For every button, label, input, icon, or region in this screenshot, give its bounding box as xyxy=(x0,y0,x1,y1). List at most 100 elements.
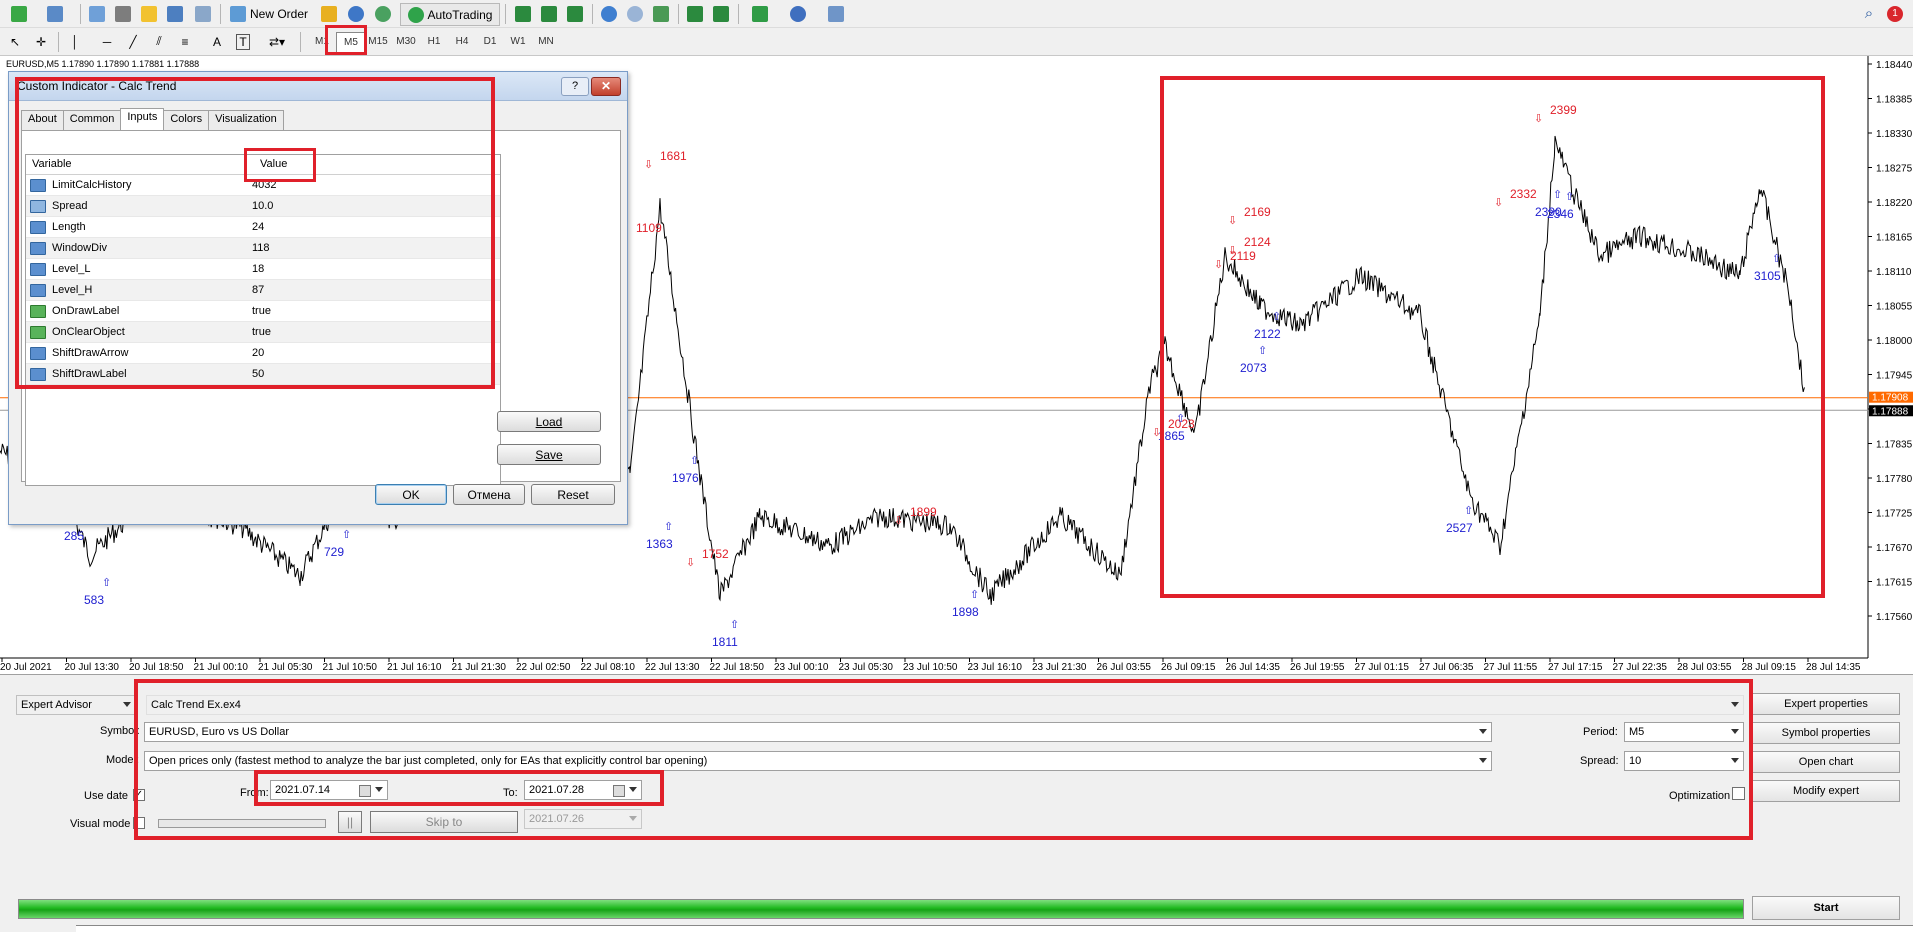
input-row[interactable]: Spread 10.0 xyxy=(26,196,500,217)
market-watch-button[interactable] xyxy=(86,3,108,24)
time-tick-label: 22 Jul 08:10 xyxy=(581,662,636,672)
tester-type-select[interactable]: Expert Advisor xyxy=(16,695,136,715)
modify-expert-button[interactable]: Modify expert xyxy=(1752,780,1900,802)
new-chart-button[interactable] xyxy=(4,3,34,24)
input-value[interactable]: 87 xyxy=(248,284,264,296)
zoom-out-button[interactable] xyxy=(624,3,646,24)
spread-select[interactable]: 10 xyxy=(1624,751,1744,771)
cursor-button[interactable]: ↖ xyxy=(4,31,26,52)
navigator-button[interactable] xyxy=(112,3,134,24)
input-row[interactable]: OnDrawLabel true xyxy=(26,301,500,322)
tab-common[interactable]: Common xyxy=(62,110,122,130)
input-row[interactable]: Level_L 18 xyxy=(26,259,500,280)
tab-colors[interactable]: Colors xyxy=(163,110,210,130)
candles-button[interactable] xyxy=(538,3,560,24)
input-value[interactable]: 50 xyxy=(248,368,264,380)
timeframe-h4[interactable]: H4 xyxy=(448,32,476,51)
timeframe-m15[interactable]: M15 xyxy=(364,32,392,51)
market-button[interactable] xyxy=(372,3,394,24)
input-value[interactable]: true xyxy=(248,326,271,338)
templates-button[interactable] xyxy=(820,3,852,24)
input-value[interactable]: 20 xyxy=(248,347,264,359)
crosshair-button[interactable]: ✛ xyxy=(30,31,52,52)
profiles-button[interactable] xyxy=(40,3,70,24)
notifications-button[interactable]: 1 xyxy=(1884,3,1906,24)
symbol-select[interactable]: EURUSD, Euro vs US Dollar xyxy=(144,722,1492,742)
expert-properties-button[interactable]: Expert properties xyxy=(1752,693,1900,715)
input-value[interactable]: 4032 xyxy=(248,179,276,191)
open-chart-button[interactable]: Open chart xyxy=(1752,751,1900,773)
use-date-checkbox[interactable]: ✓ xyxy=(133,789,145,801)
input-name: ShiftDrawLabel xyxy=(52,368,127,380)
chart-shift-button[interactable] xyxy=(684,3,706,24)
pause-button[interactable]: || xyxy=(338,811,362,833)
input-value[interactable]: 118 xyxy=(248,242,270,254)
skip-to-button[interactable]: Skip to xyxy=(370,811,518,833)
timeframe-d1[interactable]: D1 xyxy=(476,32,504,51)
input-row[interactable]: Level_H 87 xyxy=(26,280,500,301)
bar-chart-button[interactable] xyxy=(512,3,534,24)
fibonacci-button[interactable]: ≡ xyxy=(174,31,196,52)
save-button[interactable]: Save xyxy=(497,444,601,465)
autotrading-button[interactable]: AutoTrading xyxy=(400,3,500,26)
timeframe-m5[interactable]: M5 xyxy=(336,32,366,53)
input-row[interactable]: Length 24 xyxy=(26,217,500,238)
start-button[interactable]: Start xyxy=(1752,896,1900,920)
input-row[interactable]: WindowDiv 118 xyxy=(26,238,500,259)
expert-select[interactable]: Calc Trend Ex.ex4 xyxy=(146,695,1744,715)
search-button[interactable]: ⌕ xyxy=(1858,3,1880,24)
tab-inputs[interactable]: Inputs xyxy=(120,108,165,130)
input-row[interactable]: OnClearObject true xyxy=(26,322,500,343)
timeframe-m30[interactable]: M30 xyxy=(392,32,420,51)
input-value[interactable]: true xyxy=(248,305,271,317)
input-row[interactable]: LimitCalcHistory 4032 xyxy=(26,175,500,196)
help-button[interactable]: ? xyxy=(561,77,589,96)
visual-speed-slider[interactable] xyxy=(158,819,326,828)
line-chart-button[interactable] xyxy=(564,3,586,24)
strategy-tester-button[interactable] xyxy=(192,3,214,24)
timeframe-mn[interactable]: MN xyxy=(532,32,560,51)
timeframe-h1[interactable]: H1 xyxy=(420,32,448,51)
arrows-button[interactable]: ⇄▾ xyxy=(262,31,292,52)
new-order-button[interactable]: New Order xyxy=(226,3,312,24)
tile-windows-button[interactable] xyxy=(650,3,672,24)
optimization-checkbox[interactable] xyxy=(1732,787,1745,800)
tab-visualization[interactable]: Visualization xyxy=(208,110,284,130)
tab-about[interactable]: About xyxy=(21,110,64,130)
autoscroll-button[interactable] xyxy=(710,3,732,24)
from-date-field[interactable]: 2021.07.14 xyxy=(270,780,388,800)
ok-button[interactable]: OK xyxy=(375,484,447,505)
vertical-line-button[interactable]: │ xyxy=(64,31,86,52)
channel-button[interactable]: ⫽ xyxy=(148,31,170,52)
timeframe-w1[interactable]: W1 xyxy=(504,32,532,51)
timeframe-m1[interactable]: M1 xyxy=(308,32,336,51)
input-row[interactable]: ShiftDrawArrow 20 xyxy=(26,343,500,364)
terminal-button[interactable] xyxy=(164,3,186,24)
input-value[interactable]: 18 xyxy=(248,263,264,275)
reset-button[interactable]: Reset xyxy=(531,484,615,505)
load-button[interactable]: Load xyxy=(497,411,601,432)
close-button[interactable]: ✕ xyxy=(591,77,621,96)
input-row[interactable]: ShiftDrawLabel 50 xyxy=(26,364,500,385)
horizontal-line-button[interactable]: ─ xyxy=(96,31,118,52)
model-select[interactable]: Open prices only (fastest method to anal… xyxy=(144,751,1492,771)
to-date-field[interactable]: 2021.07.28 xyxy=(524,780,642,800)
from-label: From: xyxy=(240,787,269,799)
indicators-button[interactable] xyxy=(744,3,776,24)
input-value[interactable]: 10.0 xyxy=(248,200,273,212)
text-label-button[interactable]: T xyxy=(232,31,254,52)
input-value[interactable]: 24 xyxy=(248,221,264,233)
cancel-button[interactable]: Отмена xyxy=(453,484,525,505)
signals-button[interactable] xyxy=(345,3,367,24)
metaeditor-button[interactable] xyxy=(318,3,340,24)
symbol-properties-button[interactable]: Symbol properties xyxy=(1752,722,1900,744)
skip-date-field[interactable]: 2021.07.26 xyxy=(524,809,642,829)
zoom-in-button[interactable] xyxy=(598,3,620,24)
visual-mode-checkbox[interactable] xyxy=(133,817,145,829)
period-select[interactable]: M5 xyxy=(1624,722,1744,742)
favorites-button[interactable] xyxy=(138,3,160,24)
periods-button[interactable] xyxy=(782,3,814,24)
trendline-button[interactable]: ╱ xyxy=(122,31,144,52)
text-button[interactable]: A xyxy=(206,31,228,52)
time-tick-label: 26 Jul 14:35 xyxy=(1226,662,1281,672)
